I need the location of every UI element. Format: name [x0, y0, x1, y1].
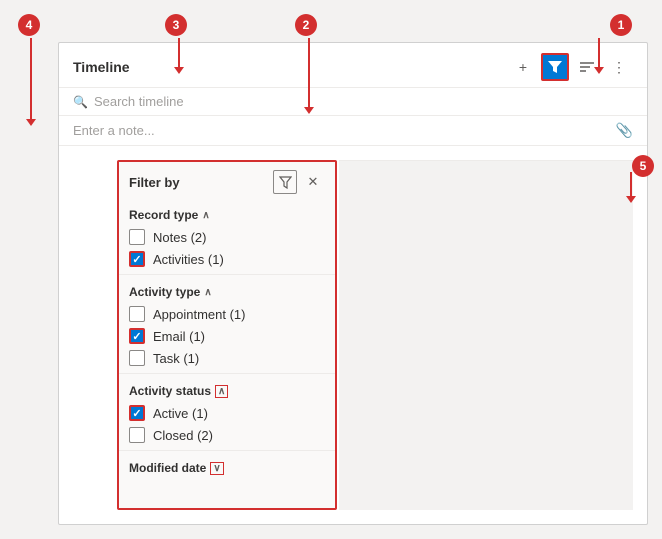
search-icon: 🔍 [73, 95, 88, 109]
add-button[interactable]: + [509, 53, 537, 81]
badge-3: 3 [165, 14, 187, 36]
record-type-label: Record type [129, 208, 198, 222]
activity-type-label: Activity type [129, 285, 200, 299]
activity-type-chevron: ∧ [204, 287, 211, 298]
arrow-email [117, 331, 118, 341]
arrow-5 [630, 172, 632, 197]
activity-type-section-title: Activity type ∧ [119, 279, 335, 303]
sort-icon [580, 61, 594, 73]
filter-panel-header: Filter by ✕ [119, 162, 335, 202]
email-checkbox[interactable] [129, 328, 145, 344]
task-label: Task (1) [153, 351, 199, 366]
filter-item-appointment[interactable]: Appointment (1) [119, 303, 335, 325]
filter-button[interactable] [541, 53, 569, 81]
arrow-2 [308, 38, 310, 108]
badge-5: 5 [632, 155, 654, 177]
filter-right-area [339, 160, 633, 510]
closed-checkbox[interactable] [129, 427, 145, 443]
filter-item-email[interactable]: Email (1) [119, 325, 335, 347]
activities-label: Activities (1) [153, 252, 224, 267]
email-label: Email (1) [153, 329, 205, 344]
filter-close-button[interactable]: ✕ [301, 170, 325, 194]
active-label: Active (1) [153, 406, 208, 421]
modified-date-section-title: Modified date ∨ [119, 455, 335, 479]
record-type-section-title: Record type ∧ [119, 202, 335, 226]
filter-clear-icon [279, 176, 292, 189]
badge-1: 1 [610, 14, 632, 36]
appointment-label: Appointment (1) [153, 307, 246, 322]
arrow-3 [178, 38, 180, 68]
divider-2 [119, 373, 335, 374]
search-placeholder: Search timeline [94, 94, 184, 109]
attach-icon: 📎 [616, 122, 633, 139]
timeline-panel: Timeline + ⋮ 🔍 [58, 42, 648, 525]
activities-checkbox[interactable] [129, 251, 145, 267]
timeline-title: Timeline [73, 59, 130, 75]
badge-4: 4 [18, 14, 40, 36]
notes-checkbox[interactable] [129, 229, 145, 245]
activity-status-label: Activity status [129, 384, 211, 398]
activity-status-section-title: Activity status ∧ [119, 378, 335, 402]
closed-label: Closed (2) [153, 428, 213, 443]
badge-2: 2 [295, 14, 317, 36]
arrow-active [117, 408, 118, 418]
timeline-actions: + ⋮ [509, 53, 633, 81]
filter-item-closed[interactable]: Closed (2) [119, 424, 335, 446]
close-icon: ✕ [308, 174, 319, 190]
filter-item-task[interactable]: Task (1) [119, 347, 335, 369]
more-button[interactable]: ⋮ [605, 53, 633, 81]
note-input-area[interactable]: Enter a note... 📎 [59, 116, 647, 146]
filter-item-activities[interactable]: Activities (1) [119, 248, 335, 270]
filter-clear-button[interactable] [273, 170, 297, 194]
arrow-1 [598, 38, 600, 68]
modified-date-label: Modified date [129, 461, 206, 475]
search-bar[interactable]: 🔍 Search timeline [59, 88, 647, 116]
filter-item-notes[interactable]: Notes (2) [119, 226, 335, 248]
note-placeholder: Enter a note... [73, 123, 155, 138]
filter-icon [548, 60, 562, 74]
page-container: 1 2 3 4 5 Timeline + [0, 0, 662, 539]
arrow-activities [117, 254, 118, 264]
task-checkbox[interactable] [129, 350, 145, 366]
appointment-checkbox[interactable] [129, 306, 145, 322]
record-type-chevron: ∧ [202, 210, 209, 221]
filter-panel: Filter by ✕ Record type ∧ [117, 160, 337, 510]
notes-label: Notes (2) [153, 230, 206, 245]
filter-item-active[interactable]: Active (1) [119, 402, 335, 424]
modified-date-chevron: ∨ [210, 462, 223, 475]
timeline-header: Timeline + ⋮ [59, 43, 647, 88]
filter-header-icons: ✕ [273, 170, 325, 194]
filter-panel-title: Filter by [129, 175, 180, 190]
arrow-4 [30, 38, 32, 120]
activity-status-chevron: ∧ [215, 385, 228, 398]
divider-3 [119, 450, 335, 451]
divider-1 [119, 274, 335, 275]
active-checkbox[interactable] [129, 405, 145, 421]
